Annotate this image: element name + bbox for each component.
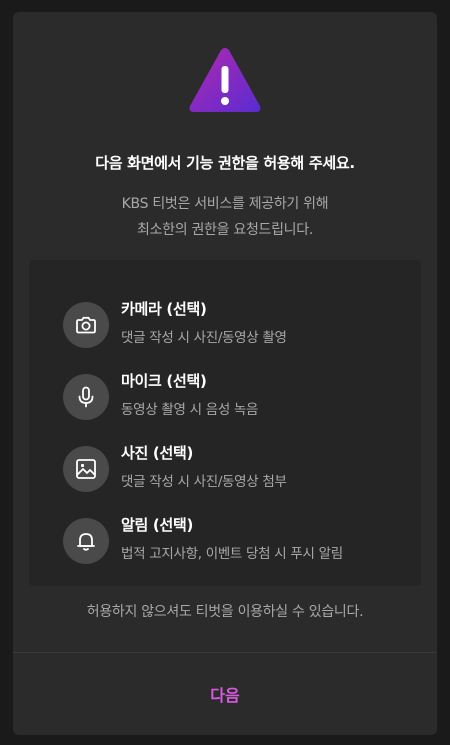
permission-photo: 사진 (선택) 댓글 작성 시 사진/동영상 첨부 <box>63 442 403 494</box>
permission-list: 카메라 (선택) 댓글 작성 시 사진/동영상 촬영 마이크 (선택) 동영상 … <box>29 260 421 586</box>
permission-description: 댓글 작성 시 사진/동영상 촬영 <box>121 330 287 346</box>
permission-camera: 카메라 (선택) 댓글 작성 시 사진/동영상 촬영 <box>63 298 403 350</box>
permission-title: 카메라 (선택) <box>121 300 207 318</box>
dialog-title: 다음 화면에서 기능 권한을 허용해 주세요. <box>95 154 355 172</box>
permission-notification: 알림 (선택) 법적 고지사항, 이벤트 당첨 시 푸시 알림 <box>63 514 403 566</box>
permission-description: 동영상 촬영 시 음성 녹음 <box>121 402 259 418</box>
camera-icon <box>63 302 109 348</box>
dialog-description-line2: 최소한의 권한을 요청드립니다. <box>137 222 313 238</box>
bell-icon <box>63 518 109 564</box>
permission-description: 법적 고지사항, 이벤트 당첨 시 푸시 알림 <box>121 546 343 562</box>
microphone-icon <box>63 374 109 420</box>
optional-notice: 허용하지 않으셔도 티벗을 이용하실 수 있습니다. <box>86 604 364 620</box>
permission-dialog: 다음 화면에서 기능 권한을 허용해 주세요. KBS 티벗은 서비스를 제공하… <box>13 12 437 735</box>
permission-title: 마이크 (선택) <box>121 372 207 390</box>
permission-title: 사진 (선택) <box>121 444 194 462</box>
warning-icon <box>189 48 261 112</box>
dialog-description-line1: KBS 티벗은 서비스를 제공하기 위해 <box>121 196 329 212</box>
permission-title: 알림 (선택) <box>121 516 194 534</box>
photo-icon <box>63 446 109 492</box>
next-button[interactable]: 다음 <box>13 653 437 735</box>
permission-description: 댓글 작성 시 사진/동영상 첨부 <box>121 474 287 490</box>
permission-microphone: 마이크 (선택) 동영상 촬영 시 음성 녹음 <box>63 370 403 422</box>
